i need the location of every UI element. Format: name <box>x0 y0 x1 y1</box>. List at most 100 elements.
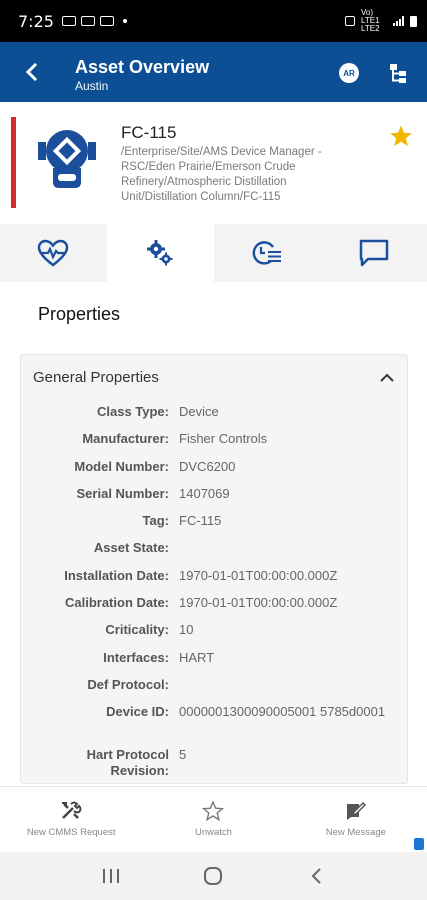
property-row: Interfaces: HART <box>21 649 407 676</box>
property-list: Class Type: Device Manufacturer: Fisher … <box>21 403 407 779</box>
recents-icon <box>103 869 120 883</box>
property-value: 10 <box>179 622 194 638</box>
recents-button[interactable] <box>96 861 126 891</box>
battery-icon <box>410 15 417 27</box>
star-outline-icon <box>202 801 225 821</box>
lock-icon <box>414 838 424 850</box>
notification-icon <box>80 16 95 26</box>
home-icon <box>204 867 223 885</box>
favorite-button[interactable] <box>389 124 413 148</box>
asset-path: /Enterprise/Site/AMS Device Manager - RS… <box>121 146 322 203</box>
property-row: Class Type: Device <box>21 403 407 430</box>
property-row: Calibration Date: 1970-01-01T00:00:00.00… <box>21 594 407 621</box>
property-value: Fisher Controls <box>179 431 268 447</box>
property-label: Class Type: <box>96 404 169 419</box>
general-properties-panel: General Properties Class Type: Device Ma… <box>20 354 408 784</box>
app-bar: Asset Overview Austin AR <box>0 42 427 102</box>
action-label: New Message <box>325 827 386 838</box>
heart-pulse-icon <box>38 239 69 267</box>
alarm-icon <box>345 16 355 26</box>
tab-health[interactable] <box>0 224 107 282</box>
page-subtitle: Austin <box>75 79 109 93</box>
system-back-button[interactable] <box>301 861 331 891</box>
action-label: Unwatch <box>195 827 232 838</box>
new-message-button[interactable]: New Message <box>285 787 427 852</box>
notification-icons <box>61 16 127 26</box>
general-properties-header[interactable]: General Properties <box>21 355 407 401</box>
property-label: Hart Protocol Revision: <box>86 747 169 779</box>
tab-bar <box>0 224 427 282</box>
unwatch-button[interactable]: Unwatch <box>142 787 284 852</box>
property-label: Manufacturer: <box>82 431 169 447</box>
property-label: Interfaces: <box>103 649 169 665</box>
property-value: FC-115 <box>179 513 222 529</box>
clock-list-icon <box>252 241 281 265</box>
property-value <box>179 539 399 566</box>
property-row: Hart Protocol Revision: 5 <box>21 746 407 779</box>
back-button[interactable] <box>18 59 44 85</box>
tools-icon <box>62 801 82 819</box>
property-value: 0000001300090005001 5785d0001 <box>179 704 386 720</box>
asset-header-card: FC-115 /Enterprise/Site/AMS Device Manag… <box>0 102 427 224</box>
hierarchy-icon <box>390 64 406 83</box>
property-label: Calibration Date: <box>64 595 169 611</box>
signal-icon <box>393 16 404 26</box>
section-title: Properties <box>38 304 121 324</box>
tab-history[interactable] <box>214 224 321 282</box>
property-row: Def Protocol: <box>21 676 407 703</box>
new-cmms-request-button[interactable]: New CMMS Request <box>0 787 142 852</box>
property-label: Def Protocol: <box>87 676 169 692</box>
property-value: 1970-01-01T00:00:00.000Z <box>179 595 338 611</box>
property-label: Tag: <box>142 513 169 529</box>
property-row: Manufacturer: Fisher Controls <box>21 430 407 457</box>
property-row: Serial Number: 1407069 <box>21 485 407 512</box>
system-back-icon <box>311 868 321 884</box>
network-label: Vo) LTE1 LTE2 <box>361 8 380 33</box>
property-value: 5 <box>179 747 187 763</box>
property-row: Model Number: DVC6200 <box>21 458 407 485</box>
property-value: DVC6200 <box>179 458 236 474</box>
status-time: 7:25 <box>18 11 54 31</box>
property-label: Installation Date: <box>64 567 169 583</box>
property-label: Model Number: <box>74 458 169 474</box>
system-nav-bar <box>0 852 427 900</box>
status-bar: 7:25 Vo) LTE1 LTE2 <box>0 0 427 42</box>
property-value: HART <box>179 649 215 665</box>
chevron-up-icon[interactable] <box>379 370 395 386</box>
status-stripe <box>11 117 16 208</box>
property-value: Device <box>179 404 219 419</box>
back-arrow-icon <box>25 63 38 81</box>
property-label: Serial Number: <box>76 485 169 501</box>
home-button[interactable] <box>198 861 228 891</box>
gears-icon <box>147 240 173 266</box>
ar-label: AR <box>343 68 355 78</box>
property-row: Device ID: 0000001300090005001 5785d0001 <box>21 703 407 746</box>
panel-title: General Properties <box>33 369 159 386</box>
asset-tag: FC-115 <box>121 123 177 142</box>
chat-icon <box>359 239 388 267</box>
property-row: Criticality: 10 <box>21 621 407 648</box>
property-value: 1970-01-01T00:00:00.000Z <box>179 567 338 583</box>
bottom-action-bar: New CMMS Request Unwatch New Message <box>0 786 427 852</box>
tab-messages[interactable] <box>320 224 427 282</box>
ar-button[interactable]: AR <box>339 63 359 83</box>
tab-properties[interactable] <box>106 224 214 282</box>
property-value <box>179 676 399 703</box>
property-label: Asset State: <box>93 540 169 556</box>
video-icon <box>99 16 114 26</box>
property-label: Device ID: <box>106 704 169 720</box>
edit-message-icon <box>346 801 366 820</box>
star-filled-icon <box>390 125 412 146</box>
page-title: Asset Overview <box>75 57 210 77</box>
property-row: Installation Date: 1970-01-01T00:00:00.0… <box>21 567 407 594</box>
notification-icon <box>61 16 76 26</box>
property-row: Asset State: <box>21 539 407 566</box>
system-icons: Vo) LTE1 LTE2 <box>345 9 417 33</box>
property-row: Tag: FC-115 <box>21 512 407 539</box>
more-dot-icon <box>122 19 127 23</box>
property-value: 1407069 <box>179 485 230 501</box>
action-label: New CMMS Request <box>26 827 116 838</box>
device-icon <box>38 130 96 190</box>
property-label: Criticality: <box>105 622 169 638</box>
hierarchy-button[interactable] <box>388 62 408 84</box>
